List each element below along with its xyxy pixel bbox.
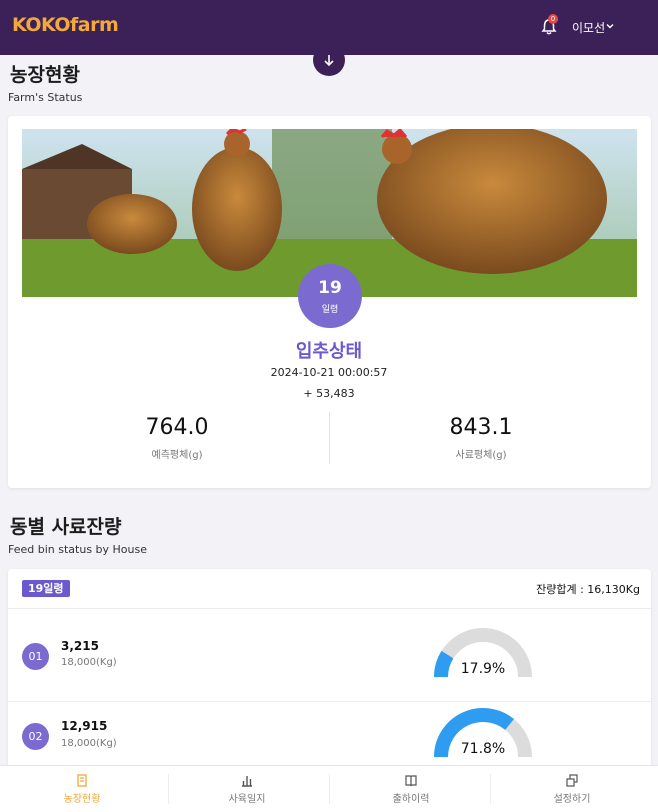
bar-chart-icon	[242, 776, 252, 787]
divider	[8, 608, 651, 609]
section-subtitle-feed-bin: Feed bin status by House	[8, 543, 148, 556]
status-datetime: 2024-10-21 00:00:57	[270, 366, 388, 379]
age-badge: 19일령	[22, 580, 70, 597]
status-count: + 53,483	[303, 387, 355, 400]
stat-feed-weight-label: 사료평체(g)	[455, 450, 507, 461]
bin-number: 01	[22, 643, 49, 670]
stat-predicted-weight-label: 예측평체(g)	[151, 450, 203, 461]
age-indicator: 19 일령	[298, 264, 362, 328]
age-unit: 일령	[321, 305, 339, 315]
divider	[8, 701, 651, 702]
gauge-percent: 17.9%	[460, 661, 506, 677]
bottom-tab-bar: 농장현황 사육일지 출하이력 설정하기	[0, 765, 658, 812]
book-icon	[405, 775, 417, 787]
tab-label: 농장현황	[63, 794, 101, 805]
tab-farm-status[interactable]: 농장현황	[0, 766, 164, 812]
tab-label: 사육일지	[228, 794, 266, 805]
bin-remaining: 12,915	[61, 719, 108, 733]
stat-divider	[329, 412, 330, 464]
notification-badge: 0	[548, 14, 558, 24]
bin-capacity: 18,000(Kg)	[61, 738, 117, 749]
scroll-down-button[interactable]	[313, 44, 345, 76]
app-logo[interactable]: KOKOfarm	[12, 14, 119, 36]
status-title: 입추상태	[295, 341, 363, 362]
tab-shipping-history[interactable]: 출하이력	[329, 766, 493, 812]
section-subtitle-farm-status: Farm's Status	[8, 91, 83, 104]
stat-feed-weight-value: 843.1	[449, 415, 513, 440]
user-name[interactable]: 이모선	[572, 19, 605, 36]
arrow-down-icon	[324, 55, 334, 67]
tab-breeding-log[interactable]: 사육일지	[165, 766, 329, 812]
gauge-percent: 71.8%	[460, 741, 506, 757]
bin-remaining: 3,215	[61, 639, 99, 653]
bin-number: 02	[22, 723, 49, 750]
feed-total: 잔량합계 : 16,130Kg	[536, 583, 640, 596]
section-title-farm-status: 농장현황	[10, 64, 80, 86]
tab-settings[interactable]: 설정하기	[490, 766, 654, 812]
farm-status-icon	[77, 774, 87, 787]
bin-capacity: 18,000(Kg)	[61, 657, 117, 668]
age-value: 19	[318, 278, 342, 298]
section-title-feed-bin: 동별 사료잔량	[10, 516, 122, 538]
tab-label: 출하이력	[392, 794, 430, 805]
copy-icon	[566, 774, 578, 787]
stat-predicted-weight-value: 764.0	[145, 415, 209, 440]
chevron-down-icon[interactable]	[606, 22, 614, 30]
tab-label: 설정하기	[553, 794, 591, 805]
